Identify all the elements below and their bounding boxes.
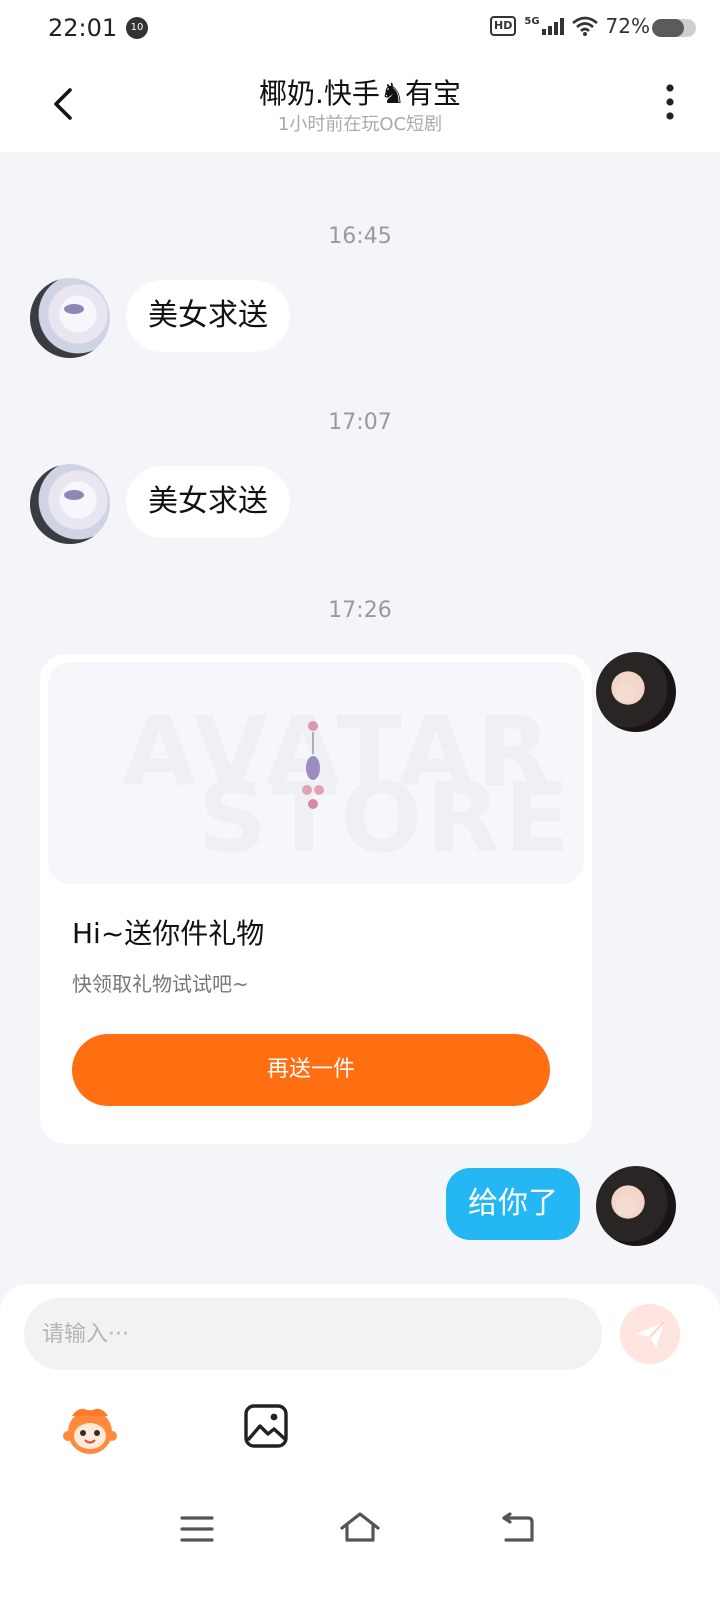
chat-header: 椰奶.快手♞有宝 1小时前在玩OC短剧 [0, 56, 720, 152]
hd-badge: HD [490, 16, 517, 36]
more-vertical-icon[interactable] [660, 82, 680, 122]
wifi-icon [571, 16, 598, 36]
signal-icon [541, 17, 564, 35]
status-icons: HD 5G 72% [490, 14, 650, 38]
chat-screen: 22:01 10 HD 5G 72% 椰奶.快手♞有宝 1小时前在玩OC短剧 1… [0, 0, 720, 1600]
gift-watermark: STORE [198, 762, 574, 874]
outgoing-message[interactable]: 给你了 [446, 1168, 580, 1240]
chat-subtitle: 1小时前在玩OC短剧 [277, 114, 443, 135]
status-bar: 22:01 10 HD 5G 72% [0, 0, 720, 56]
home-icon[interactable] [338, 1510, 382, 1544]
gift-card[interactable]: AVATAR STORE Hi~送你件礼物 快领取礼物试试吧~ 再送一件 [40, 654, 592, 1144]
battery-percent: 72% [605, 14, 650, 38]
avatar[interactable] [596, 1166, 676, 1246]
image-icon[interactable] [242, 1402, 290, 1450]
gift-description: 快领取礼物试试吧~ [72, 972, 249, 996]
message-input[interactable] [42, 1298, 582, 1370]
gift-image: AVATAR STORE [48, 662, 584, 884]
message-timestamp: 17:26 [328, 598, 392, 623]
message-timestamp: 16:45 [328, 224, 392, 249]
message-timestamp: 17:07 [328, 410, 392, 435]
back-icon[interactable] [500, 1512, 536, 1544]
avatar[interactable] [596, 652, 676, 732]
message-input-box [24, 1298, 602, 1370]
incoming-message[interactable]: 美女求送 [126, 466, 290, 538]
status-time: 22:01 [48, 14, 118, 42]
gift-charm-icon [302, 721, 324, 809]
menu-icon[interactable] [180, 1514, 214, 1544]
notification-badge: 10 [126, 17, 148, 39]
battery-fill [652, 19, 684, 37]
send-icon[interactable] [620, 1304, 680, 1364]
avatar[interactable] [30, 278, 110, 358]
emoji-icon[interactable] [60, 1398, 120, 1458]
incoming-message[interactable]: 美女求送 [126, 280, 290, 352]
chat-title: 椰奶.快手♞有宝 [258, 77, 461, 110]
avatar[interactable] [30, 464, 110, 544]
system-nav-bar [0, 1500, 720, 1600]
gift-title: Hi~送你件礼物 [72, 917, 265, 950]
send-another-gift-button[interactable]: 再送一件 [72, 1034, 550, 1106]
network-type: 5G [524, 15, 540, 27]
battery-icon [652, 19, 696, 37]
